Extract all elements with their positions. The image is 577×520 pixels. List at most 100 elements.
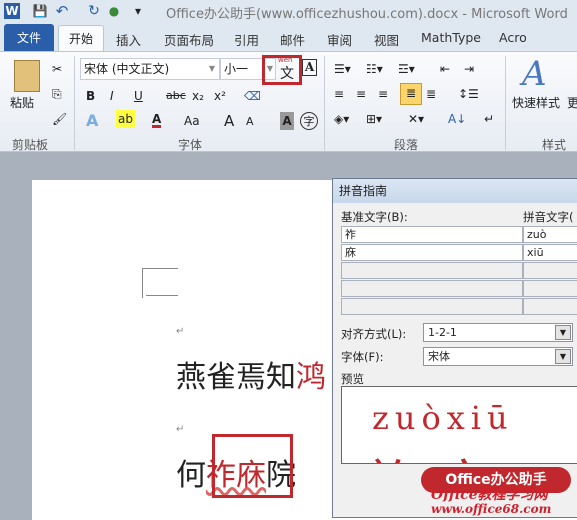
word-icon[interactable]: W	[4, 3, 20, 19]
borders-icon[interactable]: ⊞▾	[366, 110, 382, 128]
line-spacing-icon[interactable]: ↕☰	[458, 85, 479, 103]
ruby-text-field[interactable]	[523, 262, 577, 279]
line-2-text: 何	[176, 458, 206, 493]
customize-dropdown-icon[interactable]: ▾	[130, 3, 146, 19]
multilevel-list-icon[interactable]: ☲▾	[398, 60, 415, 78]
document-line-1: 燕雀焉知鸿	[176, 352, 326, 396]
clear-format-icon[interactable]: ⌫	[244, 87, 261, 105]
styles-group-label: 样式	[542, 138, 567, 152]
shrink-font-button[interactable]: A	[246, 113, 254, 131]
tab-view[interactable]: 视图	[374, 30, 399, 49]
character-shading-button[interactable]: A	[280, 112, 294, 130]
tab-insert[interactable]: 插入	[116, 30, 141, 49]
tab-mathtype[interactable]: MathType	[421, 30, 481, 45]
quick-styles-icon[interactable]: A	[522, 54, 547, 94]
base-text-field[interactable]	[341, 298, 523, 315]
chevron-down-icon[interactable]: ▼	[555, 325, 571, 340]
show-marks-icon[interactable]: ↵	[484, 110, 494, 128]
divider	[324, 56, 325, 150]
highlight-icon[interactable]: ab	[116, 110, 135, 128]
text-effects-icon[interactable]: A	[86, 112, 98, 130]
alignment-value: 1-2-1	[428, 326, 457, 339]
italic-button[interactable]: I	[110, 87, 114, 105]
base-text-field[interactable]: 庥	[341, 244, 523, 261]
superscript-button[interactable]: x²	[214, 87, 226, 105]
increase-indent-icon[interactable]: ⇥	[464, 60, 474, 78]
bullets-icon[interactable]: ☰▾	[334, 60, 351, 78]
change-case-button[interactable]: Aa	[184, 112, 200, 130]
decrease-indent-icon[interactable]: ⇤	[440, 60, 450, 78]
strikethrough-button[interactable]: abc	[166, 87, 186, 105]
window-title: Office办公助手(www.officezhushou.com).docx -…	[166, 7, 568, 22]
ribbon-tabs: 文件 开始 插入 页面布局 引用 邮件 审阅 视图 MathType Acro	[0, 24, 577, 53]
web-icon[interactable]: ●	[106, 3, 122, 19]
ruby-text-field[interactable]	[523, 298, 577, 315]
align-left-icon[interactable]: ≡	[334, 85, 344, 103]
dialog-title: 拼音指南	[333, 179, 577, 203]
watermark-line-3: www.office68.com	[431, 502, 552, 516]
ruby-text-field[interactable]: xiū	[523, 244, 577, 261]
align-center-icon[interactable]: ≡	[356, 85, 366, 103]
tab-mailings[interactable]: 邮件	[280, 30, 305, 49]
underline-button[interactable]: U	[134, 87, 143, 105]
tab-file[interactable]: 文件	[4, 24, 54, 52]
font-size-value: 小一	[224, 62, 249, 76]
font-color-icon[interactable]: A	[152, 110, 162, 128]
chevron-down-icon[interactable]: ▼	[555, 349, 571, 364]
change-styles-button[interactable]: 更	[567, 94, 577, 112]
save-icon[interactable]: 💾	[32, 3, 48, 19]
tab-page-layout[interactable]: 页面布局	[164, 30, 214, 49]
quick-styles-button[interactable]: 快速样式	[512, 94, 560, 112]
tab-review[interactable]: 审阅	[327, 30, 352, 49]
tab-acrobat[interactable]: Acro	[499, 30, 527, 45]
phonetic-guide-dialog: 拼音指南 基准文字(B): 拼音文字( 祚 zuò 庥 xiū 对齐方式(L):…	[332, 178, 577, 518]
font-name-combo[interactable]: 宋体 (中文正文) ▼	[80, 58, 220, 80]
redo-icon[interactable]: ↻	[86, 3, 102, 19]
preview-characters: 祚庥	[368, 441, 504, 463]
grow-font-button[interactable]: A	[224, 112, 234, 130]
format-painter-icon[interactable]: 🖌	[52, 110, 67, 128]
undo-icon[interactable]: ↶	[54, 3, 70, 19]
font-label: 字体(F):	[341, 350, 384, 364]
font-name-value: 宋体 (中文正文)	[84, 62, 170, 76]
base-text-field[interactable]	[341, 262, 523, 279]
line-1-red-text: 鸿	[296, 360, 326, 395]
base-text-field[interactable]	[341, 280, 523, 297]
paragraph-mark: ↵	[176, 424, 185, 435]
alignment-label: 对齐方式(L):	[341, 327, 407, 341]
cut-icon[interactable]: ✂	[52, 60, 62, 78]
chinese-layout-icon[interactable]: ✕▾	[408, 110, 424, 128]
copy-icon[interactable]: ⎘	[52, 85, 62, 103]
bold-button[interactable]: B	[86, 87, 95, 105]
margin-line	[146, 295, 178, 296]
justify-icon[interactable]: ≣	[400, 83, 422, 105]
highlight-box-characters	[212, 434, 293, 498]
preview-pinyin: zuòxiū	[372, 399, 514, 437]
paragraph-mark: ↵	[176, 326, 185, 337]
font-select[interactable]: 宋体 ▼	[423, 347, 573, 366]
subscript-button[interactable]: x₂	[192, 87, 204, 105]
divider	[74, 56, 75, 150]
align-right-icon[interactable]: ≡	[378, 85, 388, 103]
shading-icon[interactable]: ◈▾	[334, 110, 349, 128]
margin-corner	[142, 268, 178, 298]
ruby-text-field[interactable]	[523, 280, 577, 297]
base-text-field[interactable]: 祚	[341, 226, 523, 243]
paste-button[interactable]: 粘贴	[10, 94, 34, 112]
alignment-select[interactable]: 1-2-1 ▼	[423, 323, 573, 342]
character-border-button[interactable]: A	[302, 59, 317, 76]
base-text-label: 基准文字(B):	[341, 210, 408, 224]
sort-icon[interactable]: A↓	[448, 110, 466, 128]
tab-home[interactable]: 开始	[58, 25, 104, 53]
enclose-characters-button[interactable]: 字	[300, 112, 318, 130]
preview-box: zuòxiū 祚庥	[341, 386, 577, 464]
ruby-text-field[interactable]: zuò	[523, 226, 577, 243]
distributed-icon[interactable]: ≣	[426, 85, 436, 103]
numbering-icon[interactable]: ☷▾	[366, 60, 383, 78]
font-group-label: 字体	[178, 138, 203, 152]
tab-references[interactable]: 引用	[234, 30, 259, 49]
paste-icon[interactable]	[14, 60, 40, 92]
clipboard-group-label: 剪贴板	[12, 138, 49, 152]
ruby-text-label: 拼音文字(	[523, 210, 574, 224]
watermark-line-2: Office教程学习网	[431, 487, 548, 503]
